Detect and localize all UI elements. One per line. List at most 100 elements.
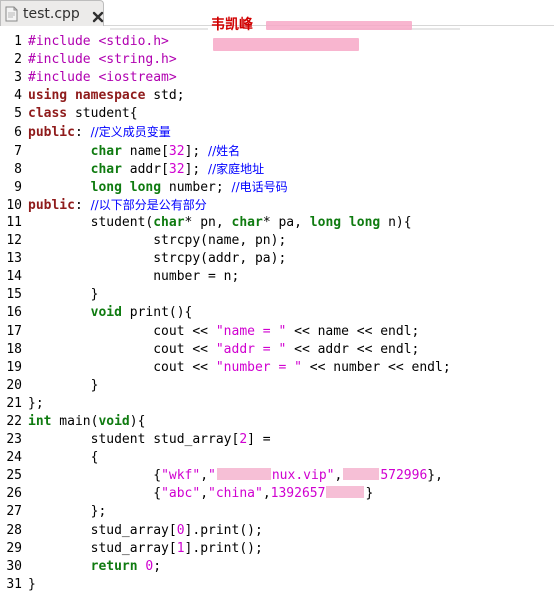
code-line: 15 } xyxy=(0,286,554,304)
line-number: 3 xyxy=(14,70,22,86)
code-text: public: //以下部分是公有部分 xyxy=(28,197,207,213)
redacted-number xyxy=(343,468,380,481)
line-number: 5 xyxy=(14,106,22,122)
line-number: 7 xyxy=(14,143,22,159)
code-text: {"wkf"," nux.vip", 572996}, xyxy=(28,468,443,484)
code-line: 4 using namespace std; xyxy=(0,87,554,105)
line-number: 12 xyxy=(6,233,22,249)
code-text: class student{ xyxy=(28,106,138,122)
line-number: 14 xyxy=(6,269,22,285)
line-number: 25 xyxy=(6,468,22,484)
code-line: 12 strcpy(name, pn); xyxy=(0,232,554,250)
file-icon xyxy=(5,6,18,22)
code-line: 5 class student{ xyxy=(0,105,554,123)
line-number: 1 xyxy=(14,34,22,49)
code-text: char addr[32]; //家庭地址 xyxy=(90,161,265,177)
line-number: 6 xyxy=(14,125,22,141)
code-text: } xyxy=(28,287,99,303)
line-number: 2 xyxy=(14,52,22,68)
code-line: 8 char addr[32]; //家庭地址 xyxy=(0,160,554,178)
header-separator-left xyxy=(110,28,208,30)
line-number: 24 xyxy=(6,450,22,466)
code-line: 1 #include <stdio.h> xyxy=(0,33,554,51)
line-number: 18 xyxy=(6,341,22,357)
line-number: 10 xyxy=(6,197,22,213)
code-line: 27 }; xyxy=(0,503,554,521)
line-number: 26 xyxy=(6,486,22,502)
code-line: 11 student(char* pn, char* pa, long long… xyxy=(0,214,554,232)
line-number: 21 xyxy=(6,395,22,411)
code-text: student(char* pn, char* pa, long long n)… xyxy=(28,214,412,230)
line-number: 27 xyxy=(6,504,22,520)
line-number: 9 xyxy=(14,179,22,195)
code-text: stud_array[1].print(); xyxy=(28,540,263,556)
line-number: 13 xyxy=(6,251,22,267)
code-line: 29 stud_array[1].print(); xyxy=(0,540,554,558)
code-text: void print(){ xyxy=(90,305,193,321)
code-line: 22 int main(void){ xyxy=(0,413,554,431)
code-text: long long number; //电话号码 xyxy=(90,179,288,195)
code-line: 21}; xyxy=(0,395,554,413)
code-text: number = n; xyxy=(28,269,240,285)
line-number: 11 xyxy=(6,214,22,230)
code-text: } xyxy=(28,377,99,393)
code-text: #include <iostream> xyxy=(28,70,177,86)
line-number: 22 xyxy=(6,413,22,429)
line-number: 4 xyxy=(14,88,22,104)
code-text: strcpy(addr, pa); xyxy=(28,251,287,267)
code-line: 28 stud_array[0].print(); xyxy=(0,522,554,540)
code-line: 24 { xyxy=(0,449,554,467)
line-number: 23 xyxy=(6,432,22,448)
line-number: 15 xyxy=(6,287,22,303)
code-text: { xyxy=(28,450,99,466)
code-text: }; xyxy=(28,395,44,411)
tab-title: test.cpp xyxy=(23,5,80,22)
code-line: 16 void print(){ xyxy=(0,304,554,322)
code-line: 31} xyxy=(0,576,554,594)
code-line: 25 {"wkf"," nux.vip", 572996}, xyxy=(0,467,554,485)
line-number: 31 xyxy=(6,576,22,592)
code-line: 20 } xyxy=(0,377,554,395)
close-icon[interactable] xyxy=(92,8,104,22)
redacted-email xyxy=(265,20,412,30)
code-line: 23 student stud_array[2] = xyxy=(0,431,554,449)
redacted-number xyxy=(326,486,365,499)
code-line: 6 public: //定义成员变量 xyxy=(0,123,554,141)
code-text: #include <string.h> xyxy=(28,52,177,68)
redacted-string xyxy=(216,468,271,481)
code-text: int main(void){ xyxy=(28,413,146,429)
code-text: using namespace std; xyxy=(28,88,185,104)
code-text: public: //定义成员变量 xyxy=(28,125,171,141)
code-text: char name[32]; //姓名 xyxy=(90,143,241,159)
line-number: 17 xyxy=(6,323,22,339)
code-line: 19 cout << "number = " << number << endl… xyxy=(0,359,554,377)
code-text: {"abc","china",1392657} xyxy=(28,486,374,502)
code-line: 10 public: //以下部分是公有部分 xyxy=(0,196,554,214)
line-number: 30 xyxy=(6,558,22,574)
code-line: 14 number = n; xyxy=(0,268,554,286)
code-text: }; xyxy=(28,504,107,520)
code-text: cout << "addr = " << addr << endl; xyxy=(28,341,420,357)
code-line: 17 cout << "name = " << name << endl; xyxy=(0,323,554,341)
code-text: #include <stdio.h> xyxy=(28,34,169,49)
code-line: 26 {"abc","china",1392657} xyxy=(0,485,554,503)
code-line: 3 #include <iostream> xyxy=(0,69,554,87)
code-editor[interactable]: 1 #include <stdio.h> 2 #include <string.h>… xyxy=(0,33,554,594)
code-text: student stud_array[2] = xyxy=(28,432,271,448)
code-text: cout << "name = " << name << endl; xyxy=(28,323,420,339)
line-number: 29 xyxy=(6,540,22,556)
code-text: } xyxy=(28,576,36,592)
tab-test-cpp[interactable]: test.cpp xyxy=(0,0,104,26)
line-number: 19 xyxy=(6,359,22,375)
code-line: 30 return 0; xyxy=(0,558,554,576)
code-text: return 0; xyxy=(90,558,162,574)
line-number: 16 xyxy=(6,305,22,321)
author-name: 韦凯峰 xyxy=(211,17,253,33)
code-line: 13 strcpy(addr, pa); xyxy=(0,250,554,268)
code-line: 7 char name[32]; //姓名 xyxy=(0,142,554,160)
code-text: strcpy(name, pn); xyxy=(28,233,287,249)
code-text: cout << "number = " << number << endl; xyxy=(28,359,451,375)
code-line: 18 cout << "addr = " << addr << endl; xyxy=(0,341,554,359)
line-number: 8 xyxy=(14,161,22,177)
code-line: 9 long long number; //电话号码 xyxy=(0,178,554,196)
